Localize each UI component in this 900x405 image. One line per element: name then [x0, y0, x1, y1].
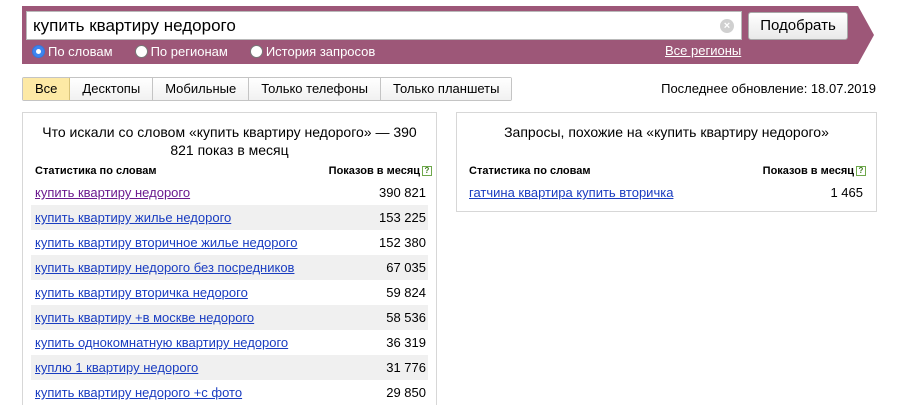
phrase-link[interactable]: купить квартиру жилье недорого — [35, 210, 231, 225]
impressions-count: 31 776 — [386, 360, 426, 375]
column-header-count-label: Показов в месяц — [328, 165, 420, 177]
impressions-count: 29 850 — [386, 385, 426, 400]
phrase-link[interactable]: куплю 1 квартиру недорого — [35, 360, 198, 375]
header-arrow-decoration — [858, 6, 874, 64]
table-row: купить квартиру недорого +с фото 29 850 — [31, 380, 428, 405]
phrase-link[interactable]: купить квартиру вторичка недорого — [35, 285, 248, 300]
column-header-phrase: Статистика по словам — [35, 165, 157, 177]
column-header-count: Показов в месяц? — [763, 165, 866, 177]
impressions-count: 36 319 — [386, 335, 426, 350]
phrase-link[interactable]: купить квартиру вторичное жилье недорого — [35, 235, 297, 250]
help-icon[interactable]: ? — [856, 166, 866, 176]
radio-by-words[interactable]: По словам — [32, 44, 113, 59]
search-input[interactable]: купить квартиру недорого × — [26, 11, 742, 40]
table-row: купить квартиру недорого без посредников… — [31, 255, 428, 280]
submit-button[interactable]: Подобрать — [748, 12, 848, 40]
table-row: куплю 1 квартиру недорого 31 776 — [31, 355, 428, 380]
results-list: купить квартиру недорого 390 821 купить кв… — [31, 180, 428, 405]
table-row: купить квартиру вторичка недорого 59 824 — [31, 280, 428, 305]
all-regions-link[interactable]: Все регионы — [665, 43, 741, 58]
phrase-link[interactable]: купить однокомнатную квартиру недорого — [35, 335, 288, 350]
column-header-phrase: Статистика по словам — [469, 165, 591, 177]
device-tabs: Все Десктопы Мобильные Только телефоны Т… — [22, 77, 513, 101]
phrase-link[interactable]: купить квартиру недорого без посредников — [35, 260, 294, 275]
impressions-count: 153 225 — [379, 210, 426, 225]
search-query-text[interactable]: купить квартиру недорого — [33, 16, 236, 36]
impressions-count: 390 821 — [379, 185, 426, 200]
panel-title: Что искали со словом «купить квартиру не… — [42, 124, 417, 158]
similar-results-list: гатчина квартира купить вторичка 1 465 — [465, 180, 865, 205]
radio-unchecked-icon[interactable] — [134, 44, 148, 58]
phrase-link[interactable]: купить квартиру +в москве недорого — [35, 310, 254, 325]
right-results-panel: Запросы, похожие на «купить квартиру нед… — [456, 112, 877, 212]
impressions-count: 67 035 — [386, 260, 426, 275]
phrase-link[interactable]: купить квартиру недорого — [35, 185, 190, 200]
phrase-link[interactable]: купить квартиру недорого +с фото — [35, 385, 242, 400]
column-header-count-label: Показов в месяц — [762, 165, 854, 177]
last-update-text: Последнее обновление: 18.07.2019 — [661, 81, 876, 96]
radio-label[interactable]: По регионам — [151, 44, 228, 59]
tab-mobile[interactable]: Мобильные — [153, 78, 250, 100]
table-row: купить квартиру +в москве недорого 58 536 — [31, 305, 428, 330]
help-icon[interactable]: ? — [422, 166, 432, 176]
left-results-panel: Что искали со словом «купить квартиру не… — [22, 112, 437, 405]
radio-by-regions[interactable]: По регионам — [134, 44, 228, 59]
phrase-link[interactable]: гатчина квартира купить вторичка — [469, 185, 673, 200]
tab-phones-only[interactable]: Только телефоны — [249, 78, 382, 100]
impressions-count: 1 465 — [830, 185, 863, 200]
clear-icon[interactable]: × — [720, 19, 734, 33]
table-row: купить квартиру недорого 390 821 — [31, 180, 428, 205]
panel-title: Запросы, похожие на «купить квартиру нед… — [504, 124, 829, 140]
impressions-count: 152 380 — [379, 235, 426, 250]
radio-query-history[interactable]: История запросов — [249, 44, 376, 59]
impressions-count: 58 536 — [386, 310, 426, 325]
table-row: купить квартиру жилье недорого 153 225 — [31, 205, 428, 230]
radio-label[interactable]: По словам — [48, 44, 113, 59]
table-row: купить однокомнатную квартиру недорого 36… — [31, 330, 428, 355]
impressions-count: 59 824 — [386, 285, 426, 300]
table-row: гатчина квартира купить вторичка 1 465 — [465, 180, 865, 205]
tab-all[interactable]: Все — [23, 78, 71, 100]
radio-label[interactable]: История запросов — [266, 44, 376, 59]
column-header-count: Показов в месяц? — [329, 165, 432, 177]
search-mode-radios: По словам По регионам История запросов — [32, 43, 397, 59]
radio-checked-icon[interactable] — [32, 44, 45, 58]
table-row: купить квартиру вторичное жилье недорого… — [31, 230, 428, 255]
tab-desktops[interactable]: Десктопы — [70, 78, 154, 100]
tab-tablets-only[interactable]: Только планшеты — [381, 78, 512, 100]
radio-unchecked-icon[interactable] — [249, 44, 263, 58]
